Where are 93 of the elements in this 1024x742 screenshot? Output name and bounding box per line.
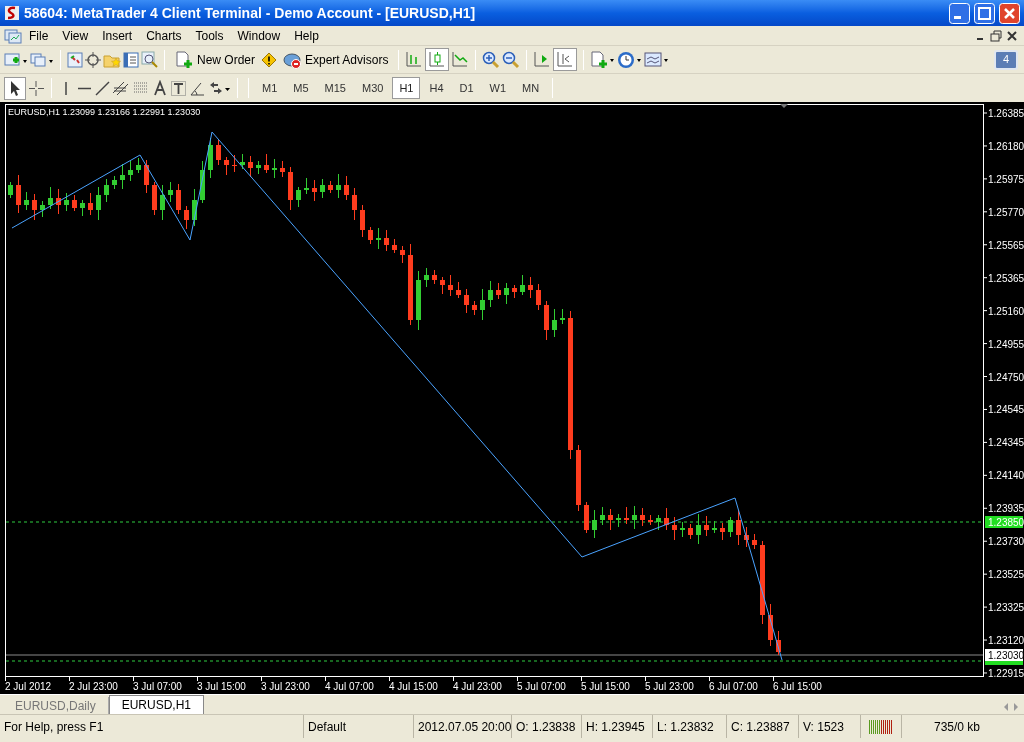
menu-item[interactable]: File — [22, 26, 56, 45]
help-text: For Help, press F1 — [0, 715, 304, 738]
price-label: 1.24750 — [988, 371, 1024, 383]
price-label: 1.24545 — [988, 404, 1024, 416]
price-marker: 1.23030 — [985, 649, 1024, 661]
timeframe-button[interactable]: M5 — [286, 77, 316, 99]
candlestick-icon[interactable] — [428, 51, 447, 68]
new-order-button[interactable]: New Order — [171, 47, 259, 72]
menu-item[interactable]: Charts — [139, 26, 189, 45]
templates-icon[interactable] — [644, 50, 670, 69]
volume-value: V: 1523 — [799, 715, 861, 738]
time-label: 2 Jul 23:00 — [69, 681, 118, 692]
price-label: 1.24140 — [988, 470, 1024, 482]
time-label: 5 Jul 23:00 — [645, 681, 694, 692]
price-label: 1.26180 — [988, 140, 1024, 152]
close-price: C: 1.23887 — [727, 715, 799, 738]
chart-window-icon — [4, 27, 22, 44]
zoom-in-icon[interactable] — [482, 50, 501, 69]
time-label: 5 Jul 15:00 — [581, 681, 630, 692]
market-watch-icon[interactable] — [67, 51, 83, 68]
price-label: 1.25975 — [988, 173, 1024, 185]
menu-item[interactable]: Help — [287, 26, 326, 45]
menu-item[interactable]: Insert — [95, 26, 140, 45]
chart-shift-icon[interactable] — [556, 51, 575, 68]
time-label: 4 Jul 23:00 — [453, 681, 502, 692]
app-logo-icon — [4, 5, 20, 21]
low-price: L: 1.23832 — [653, 715, 727, 738]
menu-item[interactable]: Window — [230, 26, 288, 45]
timeframe-button[interactable]: W1 — [482, 77, 514, 99]
document-plus-icon — [175, 50, 193, 69]
notification-badge[interactable]: 4 — [994, 49, 1018, 70]
navigator-icon[interactable] — [123, 51, 139, 68]
price-label: 1.26385 — [988, 108, 1024, 119]
time-label: 2 Jul 2012 — [5, 681, 52, 692]
price-label: 1.23935 — [988, 503, 1024, 515]
chart-info-label: EURUSD,H1 1.23099 1.23166 1.22991 1.23030 — [8, 107, 201, 117]
restore-icon[interactable] — [988, 27, 1004, 44]
connection-bars-icon — [869, 718, 893, 735]
text-label-icon[interactable] — [170, 79, 187, 97]
time-label: 6 Jul 15:00 — [773, 681, 822, 692]
price-label: 1.25365 — [988, 272, 1024, 284]
channel-icon[interactable] — [112, 79, 130, 97]
time-label: 3 Jul 15:00 — [197, 681, 246, 692]
shift-marker-icon — [780, 104, 788, 108]
zoom-out-icon[interactable] — [502, 50, 521, 69]
price-label: 1.23730 — [988, 536, 1024, 548]
timeframe-button[interactable]: M1 — [255, 77, 285, 99]
price-label: 1.24955 — [988, 338, 1024, 350]
expert-advisors-button[interactable]: Expert Advisors — [279, 47, 393, 72]
crosshair-icon[interactable] — [28, 79, 45, 97]
time-label: 4 Jul 15:00 — [389, 681, 438, 692]
magnifier-chart-icon[interactable] — [141, 51, 158, 68]
timeframe-button[interactable]: H4 — [422, 77, 451, 99]
high-price: H: 1.23945 — [582, 715, 653, 738]
price-label: 1.23120 — [988, 635, 1024, 647]
chart-scroll-icon[interactable] — [533, 51, 552, 68]
menu-item[interactable]: Tools — [188, 26, 231, 45]
indicator-add-icon[interactable] — [590, 50, 616, 69]
window-title: 58604: MetaTrader 4 Client Terminal - Demo Account - [EURUSD,H1] — [24, 3, 477, 23]
clock-icon[interactable] — [617, 50, 643, 69]
chart-tab[interactable]: EURUSD,H1 — [108, 695, 205, 714]
time-label: 5 Jul 07:00 — [517, 681, 566, 692]
line-chart-icon[interactable] — [451, 51, 470, 68]
menu-item[interactable]: View — [55, 26, 96, 45]
timeframe-button[interactable]: M30 — [354, 77, 391, 99]
time-label: 6 Jul 07:00 — [709, 681, 758, 692]
crosshair-target-icon[interactable] — [85, 51, 101, 68]
price-label: 1.22915 — [988, 668, 1024, 679]
minimize-icon[interactable] — [949, 2, 970, 24]
price-label: 1.24345 — [988, 437, 1024, 449]
timeframe-button[interactable]: H1 — [392, 77, 421, 99]
price-label: 1.23325 — [988, 602, 1024, 614]
time-label: 4 Jul 07:00 — [325, 681, 374, 692]
timeframe-button[interactable]: M15 — [317, 77, 353, 99]
traffic-text: 735/0 kb — [933, 718, 982, 736]
timeframe-button[interactable]: MN — [515, 77, 547, 99]
price-label: 1.23525 — [988, 569, 1024, 581]
price-label: 1.25565 — [988, 239, 1024, 251]
time-label: 3 Jul 07:00 — [133, 681, 182, 692]
bar-time: 2012.07.05 20:00 — [414, 715, 512, 738]
trendline-icon[interactable] — [94, 79, 110, 97]
arrows-icon[interactable] — [208, 79, 231, 97]
timeframe-button[interactable]: D1 — [452, 77, 481, 99]
warning-diamond-icon[interactable] — [261, 51, 277, 68]
time-label: 3 Jul 23:00 — [261, 681, 310, 692]
price-label: 1.25770 — [988, 206, 1024, 218]
new-chart-icon[interactable] — [4, 51, 28, 68]
letter-a-icon[interactable] — [152, 79, 168, 97]
maximize-icon[interactable] — [974, 2, 995, 24]
robot-stop-icon — [283, 50, 301, 69]
price-label: 1.25160 — [988, 305, 1024, 317]
open-price: O: 1.23838 — [512, 715, 582, 738]
profile-name: Default — [304, 715, 414, 738]
